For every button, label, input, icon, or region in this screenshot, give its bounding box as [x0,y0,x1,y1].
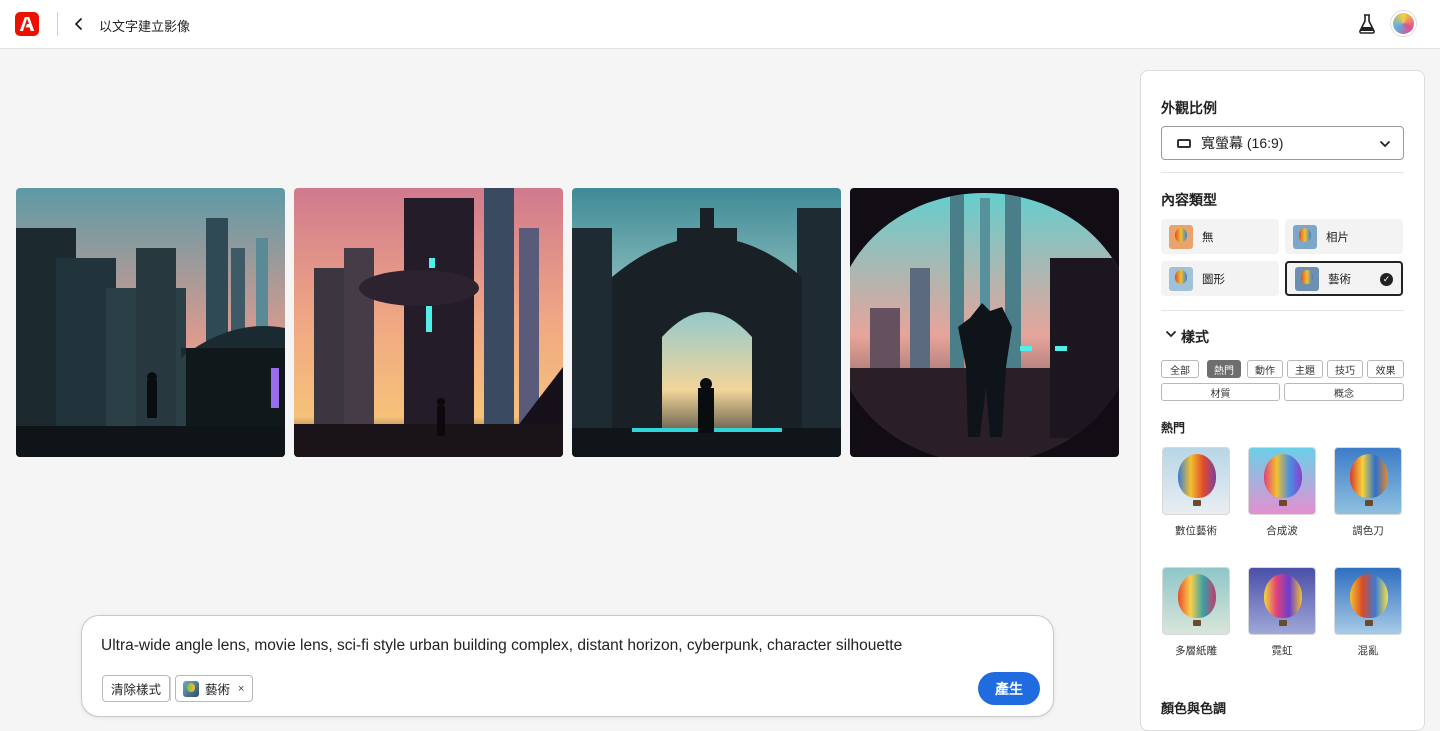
style-thumbnail [1248,567,1316,635]
style-tab[interactable]: 全部 [1161,360,1199,378]
style-tab[interactable]: 技巧 [1327,360,1363,378]
clear-styles-button[interactable]: 清除樣式 [102,675,171,702]
style-label: 多層紙雕 [1175,645,1217,657]
content-type-label: 相片 [1326,231,1349,244]
style-thumbnail [1334,447,1402,515]
generate-button[interactable]: 產生 [978,672,1040,705]
settings-panel: 外觀比例 寬螢幕 (16:9) 內容類型 無 相片 圖形 藝術 ✓ 樣式 全部 … [1140,70,1425,731]
style-chip[interactable]: 藝術 × [175,675,254,702]
content-type-graphic[interactable]: 圖形 [1161,261,1279,296]
generated-image[interactable] [16,188,285,457]
style-label: 合成波 [1266,525,1298,537]
content-type-label: 藝術 [1328,273,1351,286]
aspect-ratio-title: 外觀比例 [1161,100,1217,116]
widescreen-icon [1177,138,1191,148]
style-tab[interactable]: 熱門 [1207,360,1241,378]
style-chip-label: 藝術 [205,683,231,697]
style-layered-paper[interactable]: 多層紙雕 [1153,567,1239,658]
content-type-label: 圖形 [1202,273,1225,286]
style-label: 霓虹 [1271,645,1293,657]
content-type-none[interactable]: 無 [1161,219,1279,254]
style-label: 數位藝術 [1175,525,1217,537]
styles-title[interactable]: 樣式 [1181,327,1209,347]
content-type-photo[interactable]: 相片 [1285,219,1403,254]
style-thumbnail [1334,567,1402,635]
balloon-thumbnail-icon [1295,266,1319,291]
style-thumbnail [1162,567,1230,635]
prompt-input[interactable]: Ultra-wide angle lens, movie lens, sci-f… [101,637,902,655]
content-type-label: 無 [1202,231,1214,244]
style-tab[interactable]: 效果 [1367,360,1404,378]
art-thumbnail-icon [183,680,199,697]
style-tab[interactable]: 概念 [1284,383,1404,401]
style-label: 調色刀 [1352,525,1384,537]
style-thumbnail [1162,447,1230,515]
content-type-art[interactable]: 藝術 ✓ [1285,261,1403,296]
generated-image[interactable] [572,188,841,457]
color-tone-title[interactable]: 顏色與色調 [1161,698,1226,717]
avatar[interactable] [1391,11,1416,36]
adobe-logo-icon[interactable] [15,12,39,36]
balloon-thumbnail-icon [1293,224,1317,249]
result-gallery [16,188,1120,457]
header-divider [57,12,58,36]
page-title: 以文字建立影像 [99,19,191,34]
balloon-thumbnail-icon [1169,266,1193,291]
style-thumbnail [1248,447,1316,515]
divider [1161,172,1404,173]
aspect-ratio-value: 寬螢幕 (16:9) [1201,135,1284,151]
style-tab[interactable]: 動作 [1247,360,1283,378]
style-label: 混亂 [1357,645,1379,657]
divider [1161,310,1404,311]
balloon-thumbnail-icon [1169,224,1193,249]
aspect-ratio-select[interactable]: 寬螢幕 (16:9) [1161,126,1404,160]
style-neon[interactable]: 霓虹 [1239,567,1325,658]
content-type-title: 內容類型 [1161,192,1217,208]
checkmark-icon: ✓ [1380,273,1393,286]
chevron-down-icon [1380,141,1390,148]
chevron-left-icon[interactable] [70,13,90,35]
style-digital-art[interactable]: 數位藝術 [1153,447,1239,538]
prompt-box[interactable]: Ultra-wide angle lens, movie lens, sci-f… [81,615,1054,717]
style-tab[interactable]: 主題 [1287,360,1323,378]
style-tab[interactable]: 材質 [1161,383,1280,401]
style-chaos[interactable]: 混亂 [1325,567,1411,658]
close-icon[interactable]: × [238,683,244,695]
chevron-down-icon[interactable] [1165,328,1177,340]
chip-divider [170,677,171,701]
popular-title: 熱門 [1161,421,1186,435]
flask-icon[interactable] [1358,14,1376,34]
generated-image[interactable] [294,188,563,457]
style-synthwave[interactable]: 合成波 [1239,447,1325,538]
top-bar: 以文字建立影像 [0,0,1440,49]
generated-image[interactable] [850,188,1119,457]
style-palette-knife[interactable]: 調色刀 [1325,447,1411,538]
